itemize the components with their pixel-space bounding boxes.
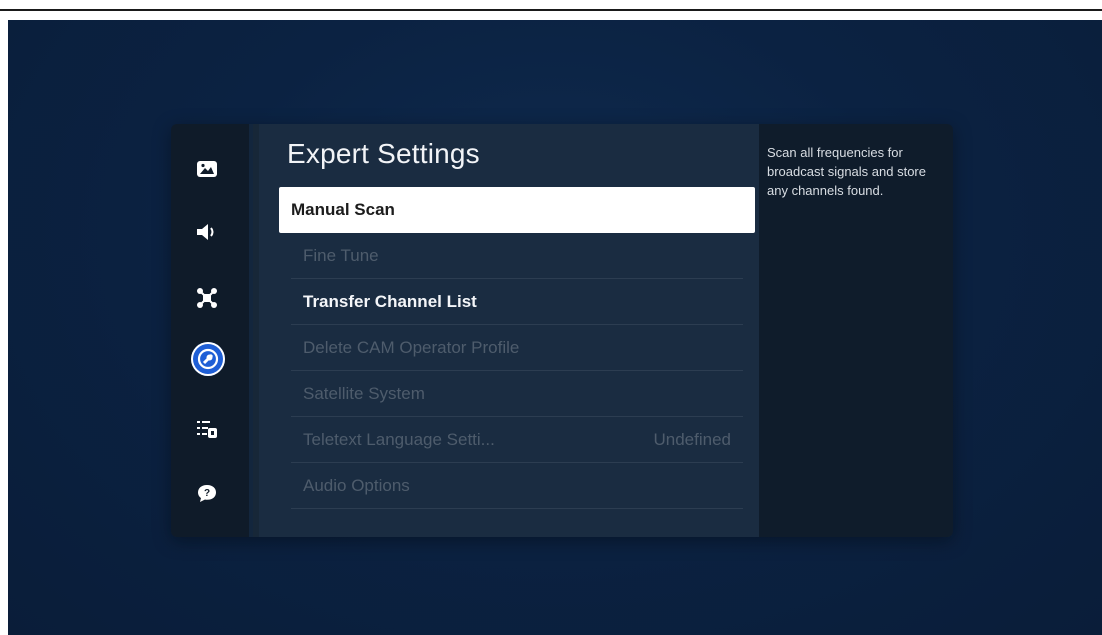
menu-item-value: Undefined: [653, 429, 731, 449]
menu-item-label: Teletext Language Setti...: [303, 429, 495, 449]
menu-item-label: Satellite System: [303, 383, 425, 403]
sound-icon[interactable]: [192, 217, 222, 247]
top-rule: [0, 9, 1102, 11]
picture-icon[interactable]: [192, 154, 222, 184]
menu-item-delete-cam-operator-profile[interactable]: Delete CAM Operator Profile: [291, 325, 743, 371]
page-title: Expert Settings: [287, 138, 480, 169]
menu-item-manual-scan[interactable]: Manual Scan: [279, 187, 755, 233]
menu-item-teletext-language[interactable]: Teletext Language Setti... Undefined: [291, 417, 743, 463]
settings-panel: ? Expert Settings Manual Scan Fine Tune …: [171, 124, 953, 537]
menu-item-satellite-system[interactable]: Satellite System: [291, 371, 743, 417]
broadcasting-icon[interactable]: [191, 342, 225, 376]
support-icon[interactable]: ?: [192, 478, 222, 508]
menu-item-audio-options[interactable]: Audio Options: [291, 463, 743, 509]
menu-item-label: Audio Options: [303, 475, 410, 495]
menu-item-transfer-channel-list[interactable]: Transfer Channel List: [291, 279, 743, 325]
svg-text:?: ?: [204, 488, 210, 499]
menu-item-label: Fine Tune: [303, 245, 379, 265]
menu-item-label: Transfer Channel List: [303, 291, 477, 311]
description-pane: Scan all frequencies for broadcast signa…: [759, 124, 953, 537]
description-text: Scan all frequencies for broadcast signa…: [767, 145, 926, 198]
settings-category-rail: ?: [171, 124, 249, 537]
expert-settings-menu: Expert Settings Manual Scan Fine Tune Tr…: [259, 124, 759, 537]
general-icon[interactable]: [192, 414, 222, 444]
menu-item-label: Delete CAM Operator Profile: [303, 337, 520, 357]
tv-screen: ? Expert Settings Manual Scan Fine Tune …: [8, 20, 1102, 635]
connection-icon[interactable]: [192, 283, 222, 313]
menu-item-fine-tune[interactable]: Fine Tune: [291, 233, 743, 279]
menu-item-label: Manual Scan: [291, 200, 395, 219]
